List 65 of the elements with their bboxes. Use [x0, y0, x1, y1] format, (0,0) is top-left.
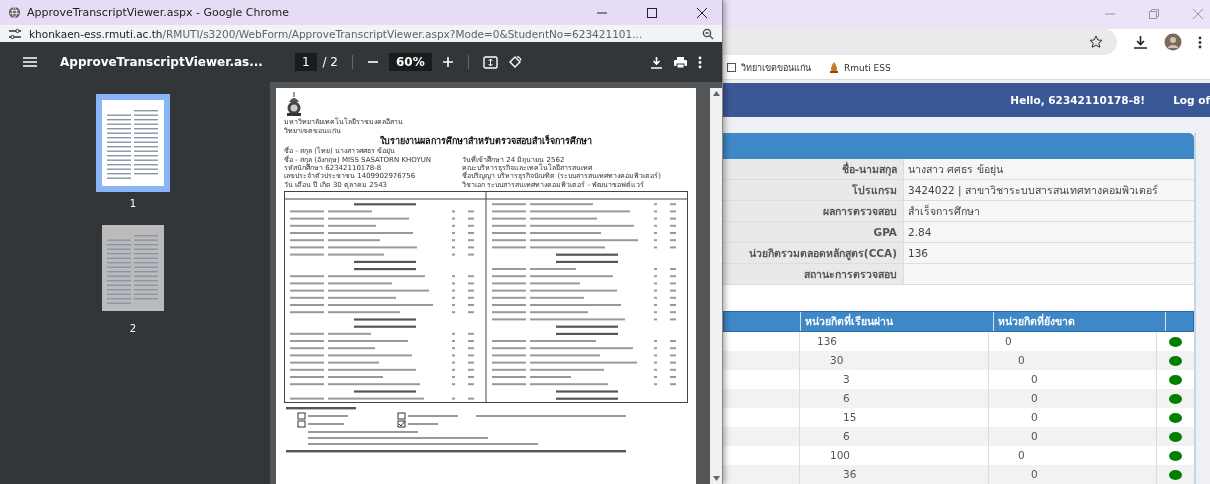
- scroll-up-icon[interactable]: [712, 91, 720, 96]
- profile-avatar-icon[interactable]: [1164, 33, 1182, 52]
- bookmark-link[interactable]: วิทยาเขตขอนแก่น: [727, 60, 811, 75]
- info-value: สำเร็จการศึกษา: [903, 201, 1194, 222]
- logout-link[interactable]: Log of: [1173, 94, 1210, 107]
- info-value: นางสาว ศศธร ข้อยุ่น: [903, 159, 1194, 180]
- credits-passed: 100: [829, 449, 851, 461]
- print-icon[interactable]: [673, 55, 688, 69]
- address-bar[interactable]: khonkaen-ess.rmuti.ac.th/RMUTI/s3200/WebForm/ApproveTranscriptViewer.aspx?Mode=0&StudentNo=623421101...: [0, 25, 722, 42]
- info-value: 3424022 | สาขาวิชาระบบสารสนเทศทางคอมพิวเตอร์: [903, 180, 1194, 201]
- zoom-icon[interactable]: [702, 27, 714, 40]
- zoom-level-field[interactable]: 60%: [389, 53, 432, 71]
- info-label: GPA: [723, 222, 903, 243]
- university-seal-drawing: [284, 92, 304, 116]
- credits-passed: 136: [816, 335, 838, 347]
- more-options-icon[interactable]: [1198, 35, 1202, 49]
- credits-passed: 6: [842, 430, 850, 442]
- info-value: 136: [903, 243, 1194, 264]
- download-icon[interactable]: [1133, 35, 1148, 50]
- page-icon: [727, 63, 736, 72]
- site-settings-icon[interactable]: [8, 27, 22, 40]
- greeting-link[interactable]: Hello, 62342110178-8!: [1010, 94, 1146, 107]
- url-text: khonkaen-ess.rmuti.ac.th/RMUTI/s3200/WebForm/ApproveTranscriptViewer.aspx?Mode=0&StudentNo=623421101...: [29, 27, 643, 40]
- credits-passed: 3: [842, 373, 850, 385]
- flame-icon: [829, 62, 839, 73]
- info-label: โปรแกรม: [723, 180, 903, 201]
- credits-missing: 0: [1030, 468, 1038, 480]
- credits-missing: 0: [1030, 411, 1038, 423]
- menu-icon[interactable]: [22, 56, 38, 68]
- credits-missing: 0: [1030, 430, 1038, 442]
- maximize-icon[interactable]: [646, 6, 658, 19]
- credits-passed: 6: [842, 392, 850, 404]
- rotate-icon[interactable]: [507, 55, 523, 69]
- document-title: ใบรายงานผลการศึกษาสำหรับตรวจสอบสำเร็จการศึกษา: [379, 135, 593, 147]
- credits-missing: 0: [1004, 335, 1012, 347]
- credits-passed: 15: [842, 411, 857, 423]
- credits-passed: 30: [829, 354, 844, 366]
- info-label: ผลการตรวจสอบ: [723, 201, 903, 222]
- more-options-icon[interactable]: [698, 55, 702, 69]
- zoom-in-icon[interactable]: [441, 56, 454, 68]
- scrollbar[interactable]: [710, 88, 722, 484]
- column-header: หน่วยกิตที่ยังขาด: [994, 312, 1166, 331]
- info-value: 2.84: [903, 222, 1194, 243]
- info-label: ชื่อ-นามสกุล: [723, 159, 903, 180]
- credits-passed: 36: [842, 468, 857, 480]
- page-label: 1: [129, 198, 137, 209]
- credits-missing: 0: [1017, 354, 1025, 366]
- info-label: น่วยกิตรวมตลอดหลักสูตร(CCA): [723, 243, 903, 264]
- credits-missing: 0: [1017, 449, 1025, 461]
- credits-missing: 0: [1030, 392, 1038, 404]
- fit-page-icon[interactable]: [482, 55, 498, 69]
- scroll-down-icon[interactable]: [712, 476, 720, 481]
- globe-icon: [8, 6, 21, 19]
- window-title: ApproveTranscriptViewer.aspx - Google Chrome: [27, 6, 289, 19]
- page-count: / 2: [322, 55, 338, 69]
- file-name: ApproveTranscriptViewer.as...: [60, 55, 263, 69]
- page-label: 2: [129, 323, 137, 334]
- credits-missing: 0: [1030, 373, 1038, 385]
- star-icon[interactable]: [1089, 35, 1103, 50]
- column-header: หน่วยกิตที่เรียนผ่าน: [801, 312, 994, 331]
- bookmark-link[interactable]: Rmuti ESS: [829, 62, 891, 73]
- page-thumbnail[interactable]: [96, 94, 170, 192]
- close-icon[interactable]: [696, 6, 708, 19]
- page-number-field[interactable]: 1: [294, 53, 317, 71]
- info-label: สถานะการตรวจสอบ: [723, 264, 903, 285]
